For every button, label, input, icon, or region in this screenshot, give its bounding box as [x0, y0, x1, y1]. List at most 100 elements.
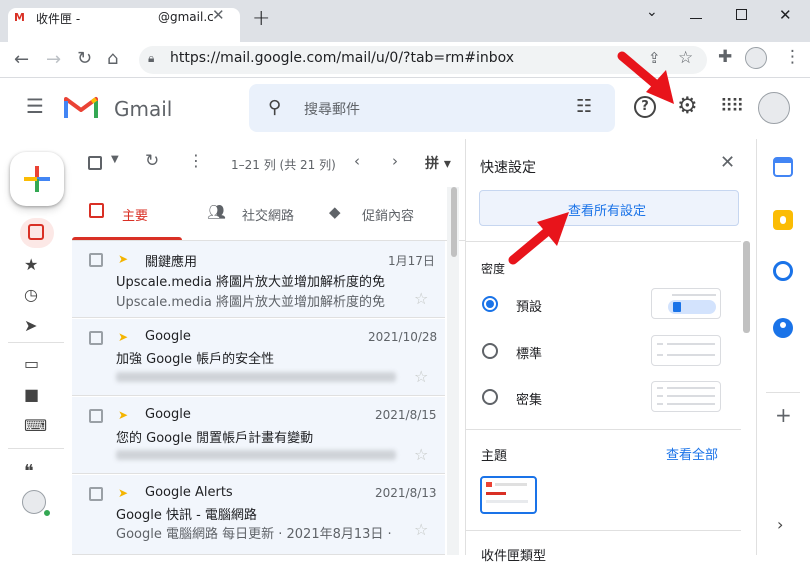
important-icon[interactable]: ➤ — [24, 316, 37, 335]
apps-grid-icon[interactable]: ⠿⠿ — [720, 96, 744, 117]
keyboard-icon[interactable]: ⌨ — [24, 416, 47, 435]
home-icon[interactable]: ⌂ — [107, 48, 118, 69]
starred-icon[interactable]: ★ — [24, 255, 38, 274]
promotions-tag-icon: ◆ — [329, 203, 341, 221]
newer-page-icon[interactable]: › — [392, 152, 398, 170]
get-addons-plus-icon[interactable]: + — [775, 403, 792, 427]
keep-icon[interactable] — [773, 210, 793, 230]
density-comfortable-label[interactable]: 標準 — [516, 343, 542, 362]
panel-scrollbar-thumb[interactable] — [743, 241, 750, 333]
email-snippet-blurred — [116, 372, 396, 382]
tasks-icon[interactable] — [773, 261, 793, 281]
gmail-logo-text[interactable]: Gmail — [114, 97, 172, 121]
minimize-icon[interactable] — [690, 18, 702, 19]
forward-icon[interactable]: → — [46, 49, 61, 70]
important-marker-icon[interactable]: ➤ — [118, 252, 128, 266]
gmail-logo-icon[interactable] — [64, 94, 98, 120]
calendar-icon[interactable] — [773, 157, 793, 177]
account-avatar[interactable] — [758, 92, 790, 124]
tab-primary[interactable]: 主要 — [122, 205, 148, 224]
density-default-radio[interactable] — [482, 296, 498, 312]
reload-icon[interactable]: ↻ — [77, 48, 92, 69]
star-icon[interactable]: ☆ — [414, 445, 428, 464]
maximize-icon[interactable] — [736, 9, 747, 20]
snoozed-clock-icon[interactable]: ◷ — [24, 285, 38, 304]
email-subject: 您的 Google 閒置帳戶計畫有變動 — [116, 431, 314, 446]
back-icon[interactable]: ← — [14, 49, 29, 70]
density-default-label[interactable]: 預設 — [516, 296, 542, 315]
window-close-icon[interactable]: ✕ — [779, 6, 792, 24]
meet-video-icon[interactable]: ■ — [24, 385, 39, 404]
star-icon[interactable]: ☆ — [414, 520, 428, 539]
density-compact-preview[interactable] — [651, 381, 721, 412]
density-label: 密度 — [481, 262, 506, 276]
star-icon[interactable]: ☆ — [414, 289, 428, 308]
more-options-icon[interactable]: ⋮ — [188, 151, 204, 170]
hangouts-icon[interactable]: ❝ — [24, 461, 34, 482]
side-divider — [766, 392, 800, 393]
show-side-panel-icon[interactable]: › — [777, 515, 783, 534]
contacts-icon[interactable] — [773, 318, 793, 338]
share-icon[interactable]: ⇪ — [648, 49, 661, 67]
email-sender: 關鍵應用 — [145, 255, 198, 270]
theme-preview-line — [486, 500, 528, 503]
main-menu-icon[interactable]: ☰ — [26, 94, 44, 118]
settings-gear-icon[interactable]: ⚙ — [677, 93, 698, 119]
extensions-puzzle-icon[interactable]: ✚ — [718, 47, 732, 67]
density-comfortable-preview[interactable] — [651, 335, 721, 366]
theme-see-all-link[interactable]: 查看全部 — [666, 444, 718, 463]
preview-line — [672, 294, 716, 296]
panel-divider — [466, 530, 741, 531]
density-compact-radio[interactable] — [482, 389, 498, 405]
important-marker-icon[interactable]: ➤ — [118, 408, 128, 422]
bookmark-star-icon[interactable]: ☆ — [678, 48, 693, 68]
tab-title: 收件匣 - — [36, 12, 81, 26]
preview-line — [667, 354, 715, 356]
select-dropdown-icon[interactable]: ▼ — [111, 154, 119, 165]
theme-preview-logo — [486, 482, 492, 487]
lock-icon[interactable]: 🔒︎ — [148, 51, 154, 66]
tab-close-icon[interactable]: ✕ — [212, 6, 225, 24]
density-comfortable-radio[interactable] — [482, 343, 498, 359]
refresh-icon[interactable]: ↻ — [145, 151, 159, 171]
keep-bulb — [780, 216, 786, 224]
email-checkbox[interactable] — [89, 331, 103, 345]
email-checkbox[interactable] — [89, 487, 103, 501]
preview-line — [667, 343, 715, 345]
primary-inbox-icon — [89, 203, 104, 218]
search-options-icon[interactable]: ☷ — [576, 96, 592, 117]
star-icon[interactable]: ☆ — [414, 367, 428, 386]
important-marker-icon[interactable]: ➤ — [118, 330, 128, 344]
url-text[interactable]: https://mail.google.com/mail/u/0/?tab=rm… — [170, 50, 514, 66]
select-all-checkbox[interactable] — [88, 156, 102, 170]
social-people-icon: 👥︎ — [207, 203, 227, 221]
email-checkbox[interactable] — [89, 409, 103, 423]
input-tools-button[interactable]: 拼 ▾ — [425, 153, 451, 173]
theme-preview[interactable] — [480, 476, 537, 514]
preview-line — [657, 343, 663, 345]
density-default-preview[interactable] — [651, 288, 721, 319]
email-date: 2021/10/28 — [368, 330, 438, 344]
email-checkbox[interactable] — [89, 253, 103, 267]
theme-preview-line — [486, 492, 506, 495]
preview-line — [657, 395, 663, 397]
older-page-icon[interactable]: ‹ — [354, 152, 360, 170]
email-sender: Google Alerts — [145, 485, 233, 500]
meet-new-icon[interactable]: ▭ — [24, 354, 39, 373]
density-compact-label[interactable]: 密集 — [516, 389, 542, 408]
search-icon[interactable]: ⚲ — [268, 97, 281, 118]
list-scrollbar-thumb[interactable] — [451, 187, 457, 257]
help-icon[interactable]: ? — [634, 96, 656, 118]
tab-promotions[interactable]: 促銷內容 — [362, 205, 414, 224]
quick-settings-close-icon[interactable]: ✕ — [720, 152, 735, 173]
new-tab-button[interactable]: + — [252, 6, 270, 31]
browser-menu-icon[interactable]: ⋮ — [784, 47, 801, 67]
browser-profile-avatar[interactable] — [745, 47, 767, 69]
tab-social[interactable]: 社交網路 — [242, 205, 294, 224]
calendar-header — [775, 159, 791, 163]
preview-line — [657, 354, 663, 356]
tab-search-icon[interactable]: ⌄ — [646, 4, 658, 20]
email-sender: Google — [145, 407, 191, 422]
important-marker-icon[interactable]: ➤ — [118, 486, 128, 500]
search-input[interactable]: 搜尋郵件 — [304, 99, 360, 119]
